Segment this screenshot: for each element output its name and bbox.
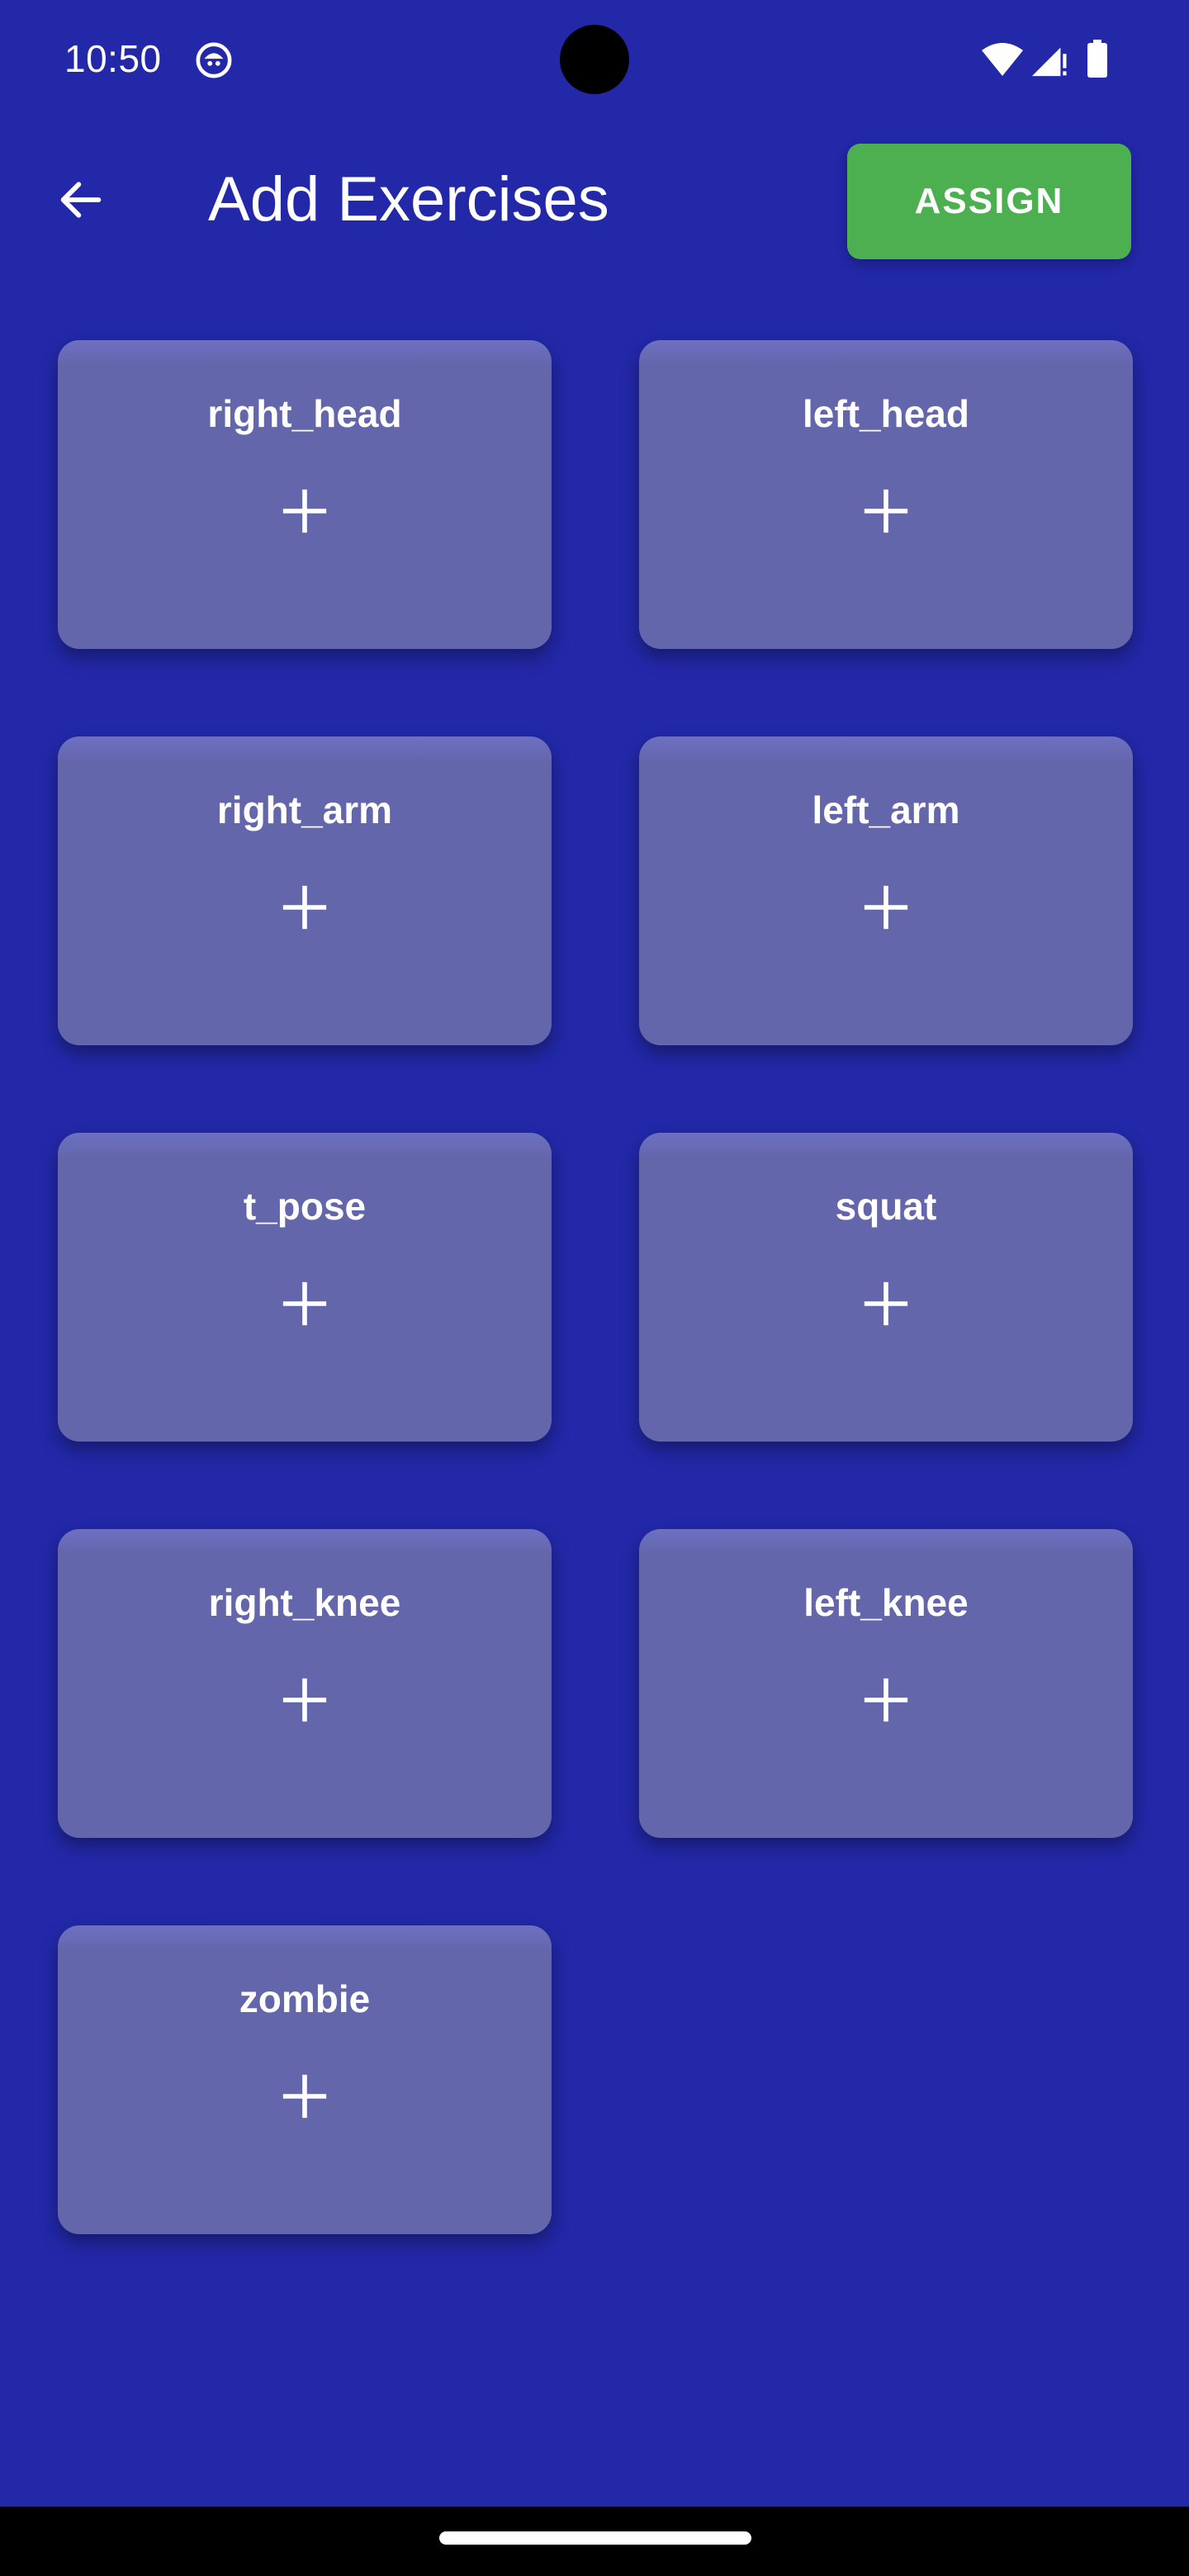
plus-icon — [282, 885, 327, 930]
cellular-signal-icon — [1031, 47, 1067, 77]
plus-icon — [864, 1678, 908, 1722]
page-title: Add Exercises — [208, 164, 609, 234]
battery-icon — [1087, 40, 1107, 78]
exercise-card[interactable]: zombie — [58, 1925, 552, 2234]
back-button[interactable] — [46, 165, 116, 234]
plus-icon — [282, 489, 327, 533]
app-bar: Add Exercises ASSIGN — [0, 124, 1189, 281]
app-notification-icon — [196, 42, 232, 78]
exercise-card[interactable]: right_knee — [58, 1529, 552, 1838]
navigation-bar — [0, 2507, 1189, 2576]
exercise-label: t_pose — [243, 1185, 367, 1228]
plus-icon — [282, 1678, 327, 1722]
plus-icon — [864, 489, 908, 533]
home-indicator[interactable] — [439, 2531, 751, 2545]
plus-icon — [282, 1281, 327, 1326]
exercise-label: zombie — [239, 1977, 371, 2020]
exercise-label: right_head — [207, 392, 402, 435]
exercise-label: left_knee — [803, 1581, 969, 1624]
plus-icon — [282, 2074, 327, 2119]
exercise-grid: right_head left_head right_arm left_arm t_po… — [58, 340, 1133, 2234]
add-exercise-button[interactable] — [258, 2049, 352, 2143]
add-exercise-button[interactable] — [258, 464, 352, 558]
plus-icon — [864, 1281, 908, 1326]
exercise-card[interactable]: t_pose — [58, 1133, 552, 1442]
exercise-card[interactable]: right_arm — [58, 736, 552, 1045]
exercise-label: right_knee — [208, 1581, 401, 1624]
add-exercise-button[interactable] — [839, 464, 933, 558]
status-bar: 10:50 — [0, 0, 1189, 124]
exercise-label: left_arm — [812, 788, 960, 831]
exercise-label: right_arm — [216, 788, 393, 831]
exercise-card[interactable]: squat — [639, 1133, 1133, 1442]
exercise-label: left_head — [803, 392, 969, 435]
add-exercise-button[interactable] — [258, 1257, 352, 1351]
add-exercise-button[interactable] — [839, 860, 933, 954]
arrow-back-icon — [60, 182, 102, 218]
add-exercise-button[interactable] — [839, 1257, 933, 1351]
exercise-card[interactable]: right_head — [58, 340, 552, 649]
exercise-card[interactable]: left_knee — [639, 1529, 1133, 1838]
status-time: 10:50 — [64, 37, 162, 80]
plus-icon — [864, 885, 908, 930]
add-exercise-button[interactable] — [258, 1653, 352, 1747]
assign-button[interactable]: ASSIGN — [847, 144, 1131, 259]
add-exercise-button[interactable] — [839, 1653, 933, 1747]
wifi-icon — [982, 43, 1023, 76]
add-exercise-button[interactable] — [258, 860, 352, 954]
exercise-card[interactable]: left_arm — [639, 736, 1133, 1045]
exercise-label: squat — [835, 1185, 937, 1228]
camera-cutout — [560, 25, 629, 94]
exercise-card[interactable]: left_head — [639, 340, 1133, 649]
